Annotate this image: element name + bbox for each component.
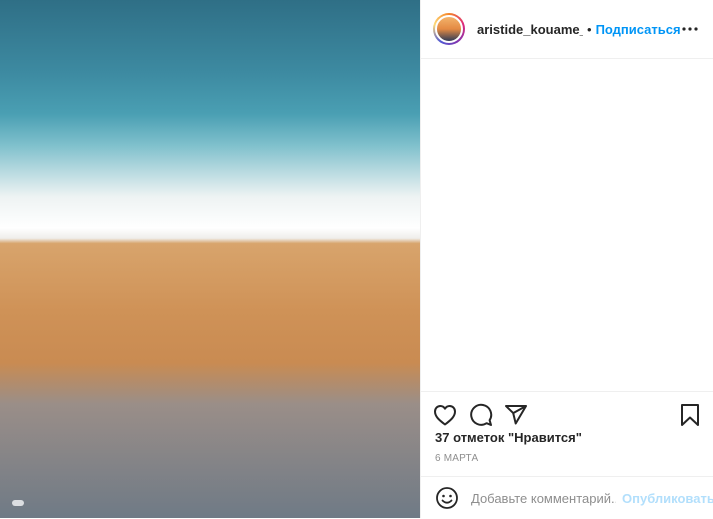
emoji-icon[interactable] (435, 486, 459, 510)
instagram-post: aristide_kouame_pe • Подписаться (0, 0, 713, 518)
likes-count[interactable]: 37 отметок "Нравится" (435, 430, 582, 445)
avatar[interactable] (433, 13, 465, 45)
comment-input[interactable] (469, 489, 618, 507)
post-date[interactable]: 6 марта (435, 453, 478, 464)
comment-icon[interactable] (468, 402, 494, 428)
post-header: aristide_kouame_pe • Подписаться (421, 0, 713, 59)
username-link[interactable]: aristide_kouame_pe (477, 22, 583, 37)
photo-placeholder-label (12, 500, 24, 506)
header-separator: • (587, 21, 592, 37)
post-sidebar: aristide_kouame_pe • Подписаться (421, 0, 713, 518)
follow-button[interactable]: Подписаться (596, 22, 681, 37)
heart-icon[interactable] (432, 402, 458, 428)
more-horizontal-icon[interactable] (681, 19, 699, 39)
comments-area (421, 59, 713, 390)
bookmark-icon[interactable] (677, 402, 703, 428)
add-comment-bar: Опубликовать (421, 476, 713, 519)
publish-button[interactable]: Опубликовать (622, 491, 713, 506)
post-photo[interactable] (0, 0, 421, 518)
share-icon[interactable] (503, 402, 529, 428)
avatar-image (435, 15, 463, 43)
